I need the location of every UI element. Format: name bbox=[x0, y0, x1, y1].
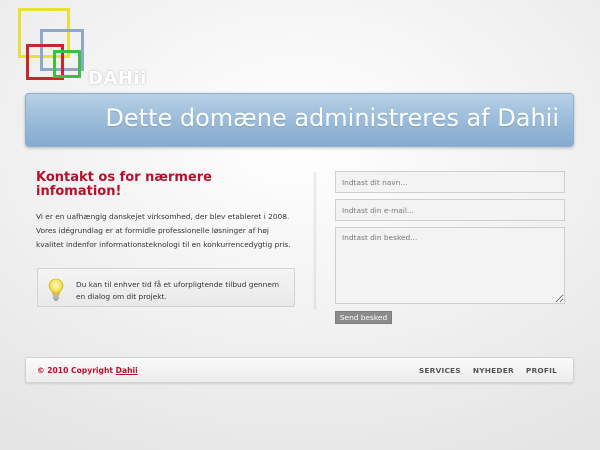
nav-services-link[interactable]: SERVICES bbox=[419, 366, 461, 375]
tip-box: Du kan til enhver tid få et uforpligtend… bbox=[37, 268, 295, 307]
contact-heading: Kontakt os for nærmere infomation! bbox=[36, 170, 213, 199]
logo-square-green bbox=[53, 50, 81, 78]
message-textarea[interactable] bbox=[335, 227, 565, 304]
logo-text: DAHii bbox=[88, 68, 147, 89]
tip-text: Du kan til enhver tid få et uforpligtend… bbox=[76, 280, 280, 301]
copyright-prefix: © 2010 Copyright bbox=[37, 366, 116, 375]
copyright: © 2010 Copyright Dahii bbox=[37, 366, 138, 375]
footer: © 2010 Copyright Dahii SERVICES NYHEDER … bbox=[25, 357, 574, 383]
intro-text: Vi er en uafhængig danskejet virksomhed,… bbox=[36, 212, 291, 249]
column-divider bbox=[313, 172, 317, 310]
send-message-button[interactable]: Send besked bbox=[335, 311, 392, 324]
header-banner: Dette domæne administreres af Dahii bbox=[25, 93, 574, 147]
logo[interactable]: DAHii bbox=[18, 8, 168, 89]
nav-profil-link[interactable]: PROFIL bbox=[526, 366, 557, 375]
name-input[interactable] bbox=[335, 171, 565, 193]
nav-nyheder-link[interactable]: NYHEDER bbox=[473, 366, 514, 375]
email-input[interactable] bbox=[335, 199, 565, 221]
copyright-link[interactable]: Dahii bbox=[116, 366, 138, 375]
footer-nav: SERVICES NYHEDER PROFIL bbox=[419, 366, 557, 375]
lightbulb-icon bbox=[48, 278, 64, 302]
page-title: Dette domæne administreres af Dahii bbox=[105, 104, 559, 132]
